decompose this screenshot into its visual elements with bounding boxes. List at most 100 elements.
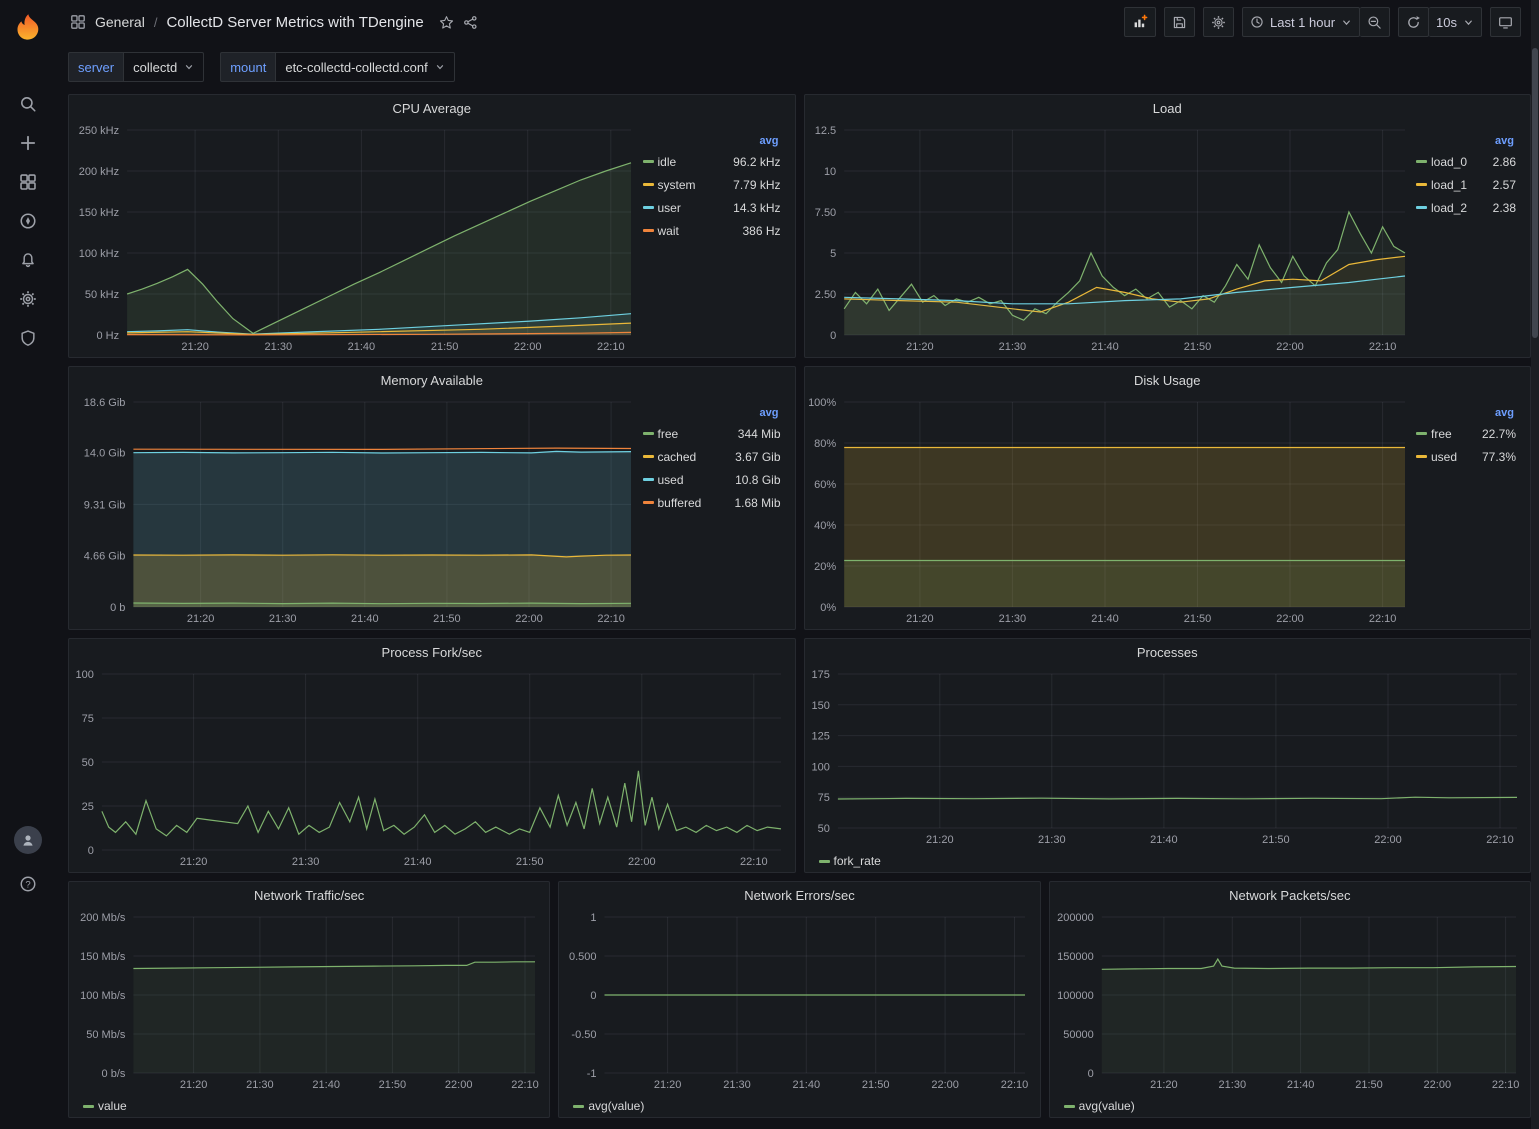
legend-item[interactable]: used77.3%: [1416, 445, 1516, 468]
time-range-label: Last 1 hour: [1270, 15, 1335, 30]
svg-text:22:00: 22:00: [1374, 834, 1402, 846]
svg-text:21:20: 21:20: [187, 613, 215, 625]
configuration-icon[interactable]: [8, 279, 48, 318]
legend-item[interactable]: avg(value): [1064, 1096, 1135, 1116]
legend-series-name: wait: [657, 224, 743, 238]
user-avatar[interactable]: [14, 826, 42, 854]
panel-title[interactable]: Memory Available: [69, 367, 795, 394]
svg-text:22:00: 22:00: [1276, 341, 1304, 353]
network-traffic-chart[interactable]: 0 b/s50 Mb/s100 Mb/s150 Mb/s200 Mb/s21:2…: [73, 909, 545, 1093]
svg-text:100: 100: [811, 761, 829, 773]
variable-mount[interactable]: mount etc-collectd-collectd.conf: [220, 52, 454, 82]
svg-text:21:30: 21:30: [246, 1079, 274, 1091]
legend-series-name: value: [97, 1099, 127, 1113]
panel-title[interactable]: Processes: [805, 639, 1531, 666]
panel-title[interactable]: Process Fork/sec: [69, 639, 795, 666]
memory-available-chart[interactable]: 0 b4.66 Gib9.31 Gib14.0 Gib18.6 Gib21:20…: [73, 394, 641, 627]
legend-item[interactable]: idle96.2 kHz: [643, 150, 781, 173]
legend-item[interactable]: cached3.67 Gib: [643, 445, 781, 468]
help-icon[interactable]: ?: [8, 864, 48, 903]
zoom-out-button[interactable]: [1360, 7, 1390, 37]
star-icon[interactable]: [439, 15, 454, 30]
grafana-logo[interactable]: [11, 10, 45, 44]
caret-down-icon: [435, 62, 445, 72]
dashboard-settings-button[interactable]: [1203, 7, 1234, 37]
svg-text:5: 5: [830, 248, 836, 260]
panel-title[interactable]: Load: [805, 95, 1531, 122]
zoom-out-icon: [1367, 15, 1382, 30]
variable-value: collectd: [133, 60, 177, 75]
legend-item[interactable]: system7.79 kHz: [643, 173, 781, 196]
cpu-average-chart[interactable]: 0 Hz50 kHz100 kHz150 kHz200 kHz250 kHz21…: [73, 122, 641, 355]
chart-svg: 025507510021:2021:3021:4021:5022:0022:10: [73, 666, 791, 870]
legend-avg-header[interactable]: avg: [1416, 135, 1516, 147]
panel-process-fork: Process Fork/sec 025507510021:2021:3021:…: [68, 638, 796, 873]
panel-title[interactable]: Disk Usage: [805, 367, 1531, 394]
refresh-button[interactable]: [1398, 7, 1429, 37]
legend-item[interactable]: avg(value): [573, 1096, 644, 1116]
create-icon[interactable]: [8, 123, 48, 162]
panel-title[interactable]: Network Errors/sec: [559, 882, 1039, 909]
dashboard-title[interactable]: CollectD Server Metrics with TDengine: [166, 14, 423, 31]
explore-icon[interactable]: [8, 201, 48, 240]
add-panel-button[interactable]: [1124, 7, 1156, 37]
svg-text:20%: 20%: [814, 561, 836, 573]
refresh-interval-button[interactable]: 10s: [1429, 7, 1482, 37]
legend-item[interactable]: load_22.38: [1416, 196, 1516, 219]
breadcrumb-section[interactable]: General: [95, 14, 145, 30]
legend-avg-header[interactable]: avg: [1416, 407, 1516, 419]
legend-item[interactable]: free22.7%: [1416, 422, 1516, 445]
legend-item[interactable]: used10.8 Gib: [643, 468, 781, 491]
legend-avg-header[interactable]: avg: [643, 407, 781, 419]
processes-chart[interactable]: 507510012515017521:2021:3021:4021:5022:0…: [809, 666, 1527, 848]
breadcrumb-separator: /: [154, 15, 158, 30]
svg-text:150: 150: [811, 700, 829, 712]
svg-text:22:00: 22:00: [628, 856, 656, 868]
legend-series-name: free: [657, 427, 738, 441]
disk-usage-chart[interactable]: 0%20%40%60%80%100%21:2021:3021:4021:5022…: [809, 394, 1415, 627]
dashboards-icon[interactable]: [8, 162, 48, 201]
svg-text:22:10: 22:10: [740, 856, 768, 868]
cycle-view-button[interactable]: [1490, 7, 1521, 37]
legend-avg-header[interactable]: avg: [643, 135, 781, 147]
process-fork-chart[interactable]: 025507510021:2021:3021:4021:5022:0022:10: [73, 666, 791, 870]
legend-series-name: load_0: [1430, 155, 1493, 169]
legend-item[interactable]: wait386 Hz: [643, 219, 781, 242]
alerting-icon[interactable]: [8, 240, 48, 279]
time-range-button[interactable]: Last 1 hour: [1242, 7, 1360, 37]
panel-title[interactable]: Network Traffic/sec: [69, 882, 549, 909]
legend-item[interactable]: buffered1.68 Mib: [643, 491, 781, 514]
panel-title[interactable]: Network Packets/sec: [1050, 882, 1530, 909]
legend-item[interactable]: fork_rate: [819, 851, 881, 871]
svg-text:0 b: 0 b: [110, 602, 125, 614]
dashboard-settings-icon: [1211, 15, 1226, 30]
svg-text:21:20: 21:20: [906, 613, 934, 625]
legend-item[interactable]: user14.3 kHz: [643, 196, 781, 219]
svg-text:25: 25: [82, 801, 94, 813]
panel-title[interactable]: CPU Average: [69, 95, 795, 122]
save-dashboard-button[interactable]: [1164, 7, 1195, 37]
series-color-swatch: [1416, 160, 1427, 163]
panel-network-errors: Network Errors/sec -1-0.5000.500121:2021…: [558, 881, 1040, 1118]
legend-item[interactable]: free344 Mib: [643, 422, 781, 445]
svg-text:21:30: 21:30: [1218, 1079, 1246, 1091]
variable-server[interactable]: server collectd: [68, 52, 204, 82]
share-icon[interactable]: [463, 15, 478, 30]
load-chart[interactable]: 02.5057.501012.521:2021:3021:4021:5022:0…: [809, 122, 1415, 355]
series-color-swatch: [643, 478, 654, 481]
svg-text:22:00: 22:00: [515, 613, 543, 625]
time-picker-group: Last 1 hour: [1242, 7, 1390, 37]
network-packets-chart[interactable]: 05000010000015000020000021:2021:3021:402…: [1054, 909, 1526, 1093]
svg-text:0 Hz: 0 Hz: [96, 330, 119, 342]
server-admin-icon[interactable]: [8, 318, 48, 357]
legend-item[interactable]: load_02.86: [1416, 150, 1516, 173]
svg-text:21:20: 21:20: [654, 1079, 682, 1091]
scrollbar-thumb[interactable]: [1532, 48, 1538, 338]
legend-item[interactable]: value: [83, 1096, 127, 1116]
legend-item[interactable]: load_12.57: [1416, 173, 1516, 196]
search-icon[interactable]: [8, 84, 48, 123]
network-errors-chart[interactable]: -1-0.5000.500121:2021:3021:4021:5022:002…: [563, 909, 1035, 1093]
svg-text:100 Mb/s: 100 Mb/s: [80, 990, 126, 1002]
caret-down-icon: [1463, 17, 1474, 28]
caret-down-icon: [184, 62, 194, 72]
